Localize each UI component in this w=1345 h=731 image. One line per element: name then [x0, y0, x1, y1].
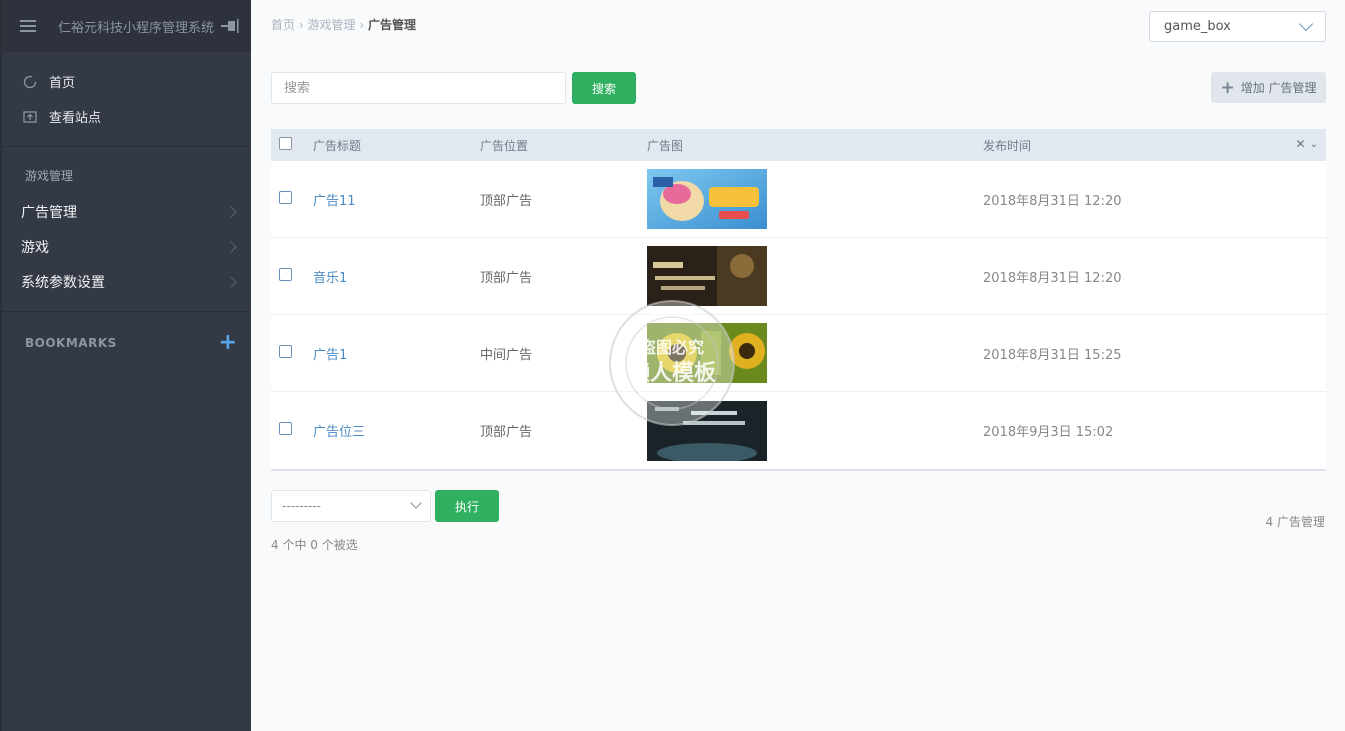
breadcrumb-separator: › — [298, 18, 304, 32]
column-header-position[interactable]: 广告位置 — [480, 137, 647, 154]
breadcrumb-section[interactable]: 游戏管理 — [307, 18, 355, 32]
chevron-right-icon — [225, 275, 237, 288]
chevron-down-icon — [1298, 16, 1314, 31]
pin-icon[interactable] — [221, 19, 239, 33]
select-all-checkbox[interactable] — [279, 137, 292, 150]
sidebar-header: 仁裕元科技小程序管理系统 — [2, 0, 251, 52]
app-select-value: game_box — [1164, 19, 1231, 34]
chevron-right-icon — [225, 240, 237, 253]
row-checkbox[interactable] — [279, 422, 292, 435]
table-row: 广告1 中间广告 2018年8月31日 15:25 — [271, 315, 1326, 392]
bookmarks-label: BOOKMARKS — [25, 336, 117, 350]
ad-title-link[interactable]: 音乐1 — [313, 271, 347, 286]
table-row: 音乐1 顶部广告 2018年8月31日 12:20 — [271, 238, 1326, 315]
action-select[interactable]: --------- — [271, 490, 431, 522]
ad-thumbnail — [647, 400, 767, 461]
sidebar-quicklinks: 首页 查看站点 — [2, 52, 251, 147]
publish-time: 2018年8月31日 12:20 — [983, 270, 1122, 286]
ad-thumbnail — [647, 169, 767, 229]
sidebar-item-games[interactable]: 游戏 — [2, 229, 251, 264]
sidebar-item-settings[interactable]: 系统参数设置 — [2, 264, 251, 299]
publish-time: 2018年8月31日 15:25 — [983, 347, 1122, 363]
menu-toggle-icon[interactable] — [20, 20, 36, 32]
ad-position: 中间广告 — [480, 347, 533, 363]
search-button[interactable]: 搜索 — [572, 72, 636, 104]
ad-thumbnail — [647, 246, 767, 306]
add-ad-label: 增加 广告管理 — [1240, 81, 1317, 95]
ad-position: 顶部广告 — [480, 425, 533, 440]
sidebar-item-label: 广告管理 — [21, 204, 77, 221]
column-tools: ✕ ⌄ — [1296, 137, 1318, 151]
table-row: 广告位三 顶部广告 2018年9月3日 15:02 — [271, 392, 1326, 469]
sidebar-link-home[interactable]: 首页 — [2, 64, 251, 99]
sidebar-link-label: 首页 — [49, 76, 76, 91]
action-select-value: --------- — [282, 499, 321, 513]
app-select[interactable]: game_box — [1149, 11, 1326, 42]
table-header: 广告标题 广告位置 广告图 发布时间 ✕ ⌄ — [271, 129, 1326, 161]
sidebar-link-label: 查看站点 — [49, 111, 102, 126]
sidebar-item-ads[interactable]: 广告管理 — [2, 194, 251, 229]
breadcrumb-home[interactable]: 首页 — [271, 18, 295, 32]
sidebar-link-view-site[interactable]: 查看站点 — [2, 99, 251, 134]
ad-position: 顶部广告 — [480, 270, 533, 286]
breadcrumb: 首页 › 游戏管理 › 广告管理 — [271, 16, 416, 33]
close-icon[interactable]: ✕ — [1296, 137, 1306, 151]
column-header-image[interactable]: 广告图 — [647, 137, 983, 154]
chevron-right-icon — [225, 205, 237, 218]
view-site-icon — [23, 110, 37, 124]
chevron-down-icon — [410, 497, 422, 509]
main-content: 首页 › 游戏管理 › 广告管理 game_box 搜索 + 增加 广告管理 广… — [251, 0, 1345, 731]
plus-icon: + — [1220, 77, 1235, 98]
row-checkbox[interactable] — [279, 344, 292, 358]
sidebar-item-label: 系统参数设置 — [21, 274, 105, 291]
column-header-time[interactable]: 发布时间 — [983, 137, 1326, 154]
ad-thumbnail — [647, 323, 767, 383]
add-bookmark-icon[interactable]: + — [219, 332, 237, 354]
run-action-button[interactable]: 执行 — [435, 490, 499, 522]
row-checkbox[interactable] — [279, 267, 292, 281]
bookmarks-section: BOOKMARKS + — [2, 312, 251, 354]
sidebar-group-title[interactable]: 游戏管理 — [2, 147, 251, 194]
sidebar-app-section: 游戏管理 广告管理 游戏 系统参数设置 — [2, 147, 251, 312]
site-title: 仁裕元科技小程序管理系统 — [58, 20, 215, 36]
ad-title-link[interactable]: 广告11 — [313, 194, 356, 209]
breadcrumb-separator: › — [359, 18, 365, 32]
sidebar-item-label: 游戏 — [21, 239, 49, 256]
ad-position: 顶部广告 — [480, 193, 533, 209]
ad-title-link[interactable]: 广告位三 — [313, 425, 365, 440]
column-header-title[interactable]: 广告标题 — [313, 137, 480, 154]
chevron-down-icon[interactable]: ⌄ — [1310, 139, 1318, 150]
total-count: 4 广告管理 — [1265, 515, 1325, 529]
table-row: 广告11 顶部广告 2018年8月31日 12:20 — [271, 161, 1326, 238]
sidebar: 仁裕元科技小程序管理系统 首页 查看站点 游戏管理 广告管理 游戏 系统参数设置… — [0, 0, 251, 731]
ad-title-link[interactable]: 广告1 — [313, 348, 347, 363]
publish-time: 2018年9月3日 15:02 — [983, 425, 1114, 440]
row-checkbox[interactable] — [279, 190, 292, 204]
add-ad-button[interactable]: + 增加 广告管理 — [1211, 72, 1326, 103]
breadcrumb-current: 广告管理 — [367, 18, 416, 32]
publish-time: 2018年8月31日 12:20 — [983, 193, 1122, 209]
dashboard-icon — [23, 75, 37, 89]
search-input[interactable] — [271, 72, 566, 104]
selected-count: 4 个中 0 个被选 — [271, 538, 358, 552]
results-table: 广告标题 广告位置 广告图 发布时间 ✕ ⌄ 广告11 顶部广告 2018年8月… — [271, 129, 1326, 471]
